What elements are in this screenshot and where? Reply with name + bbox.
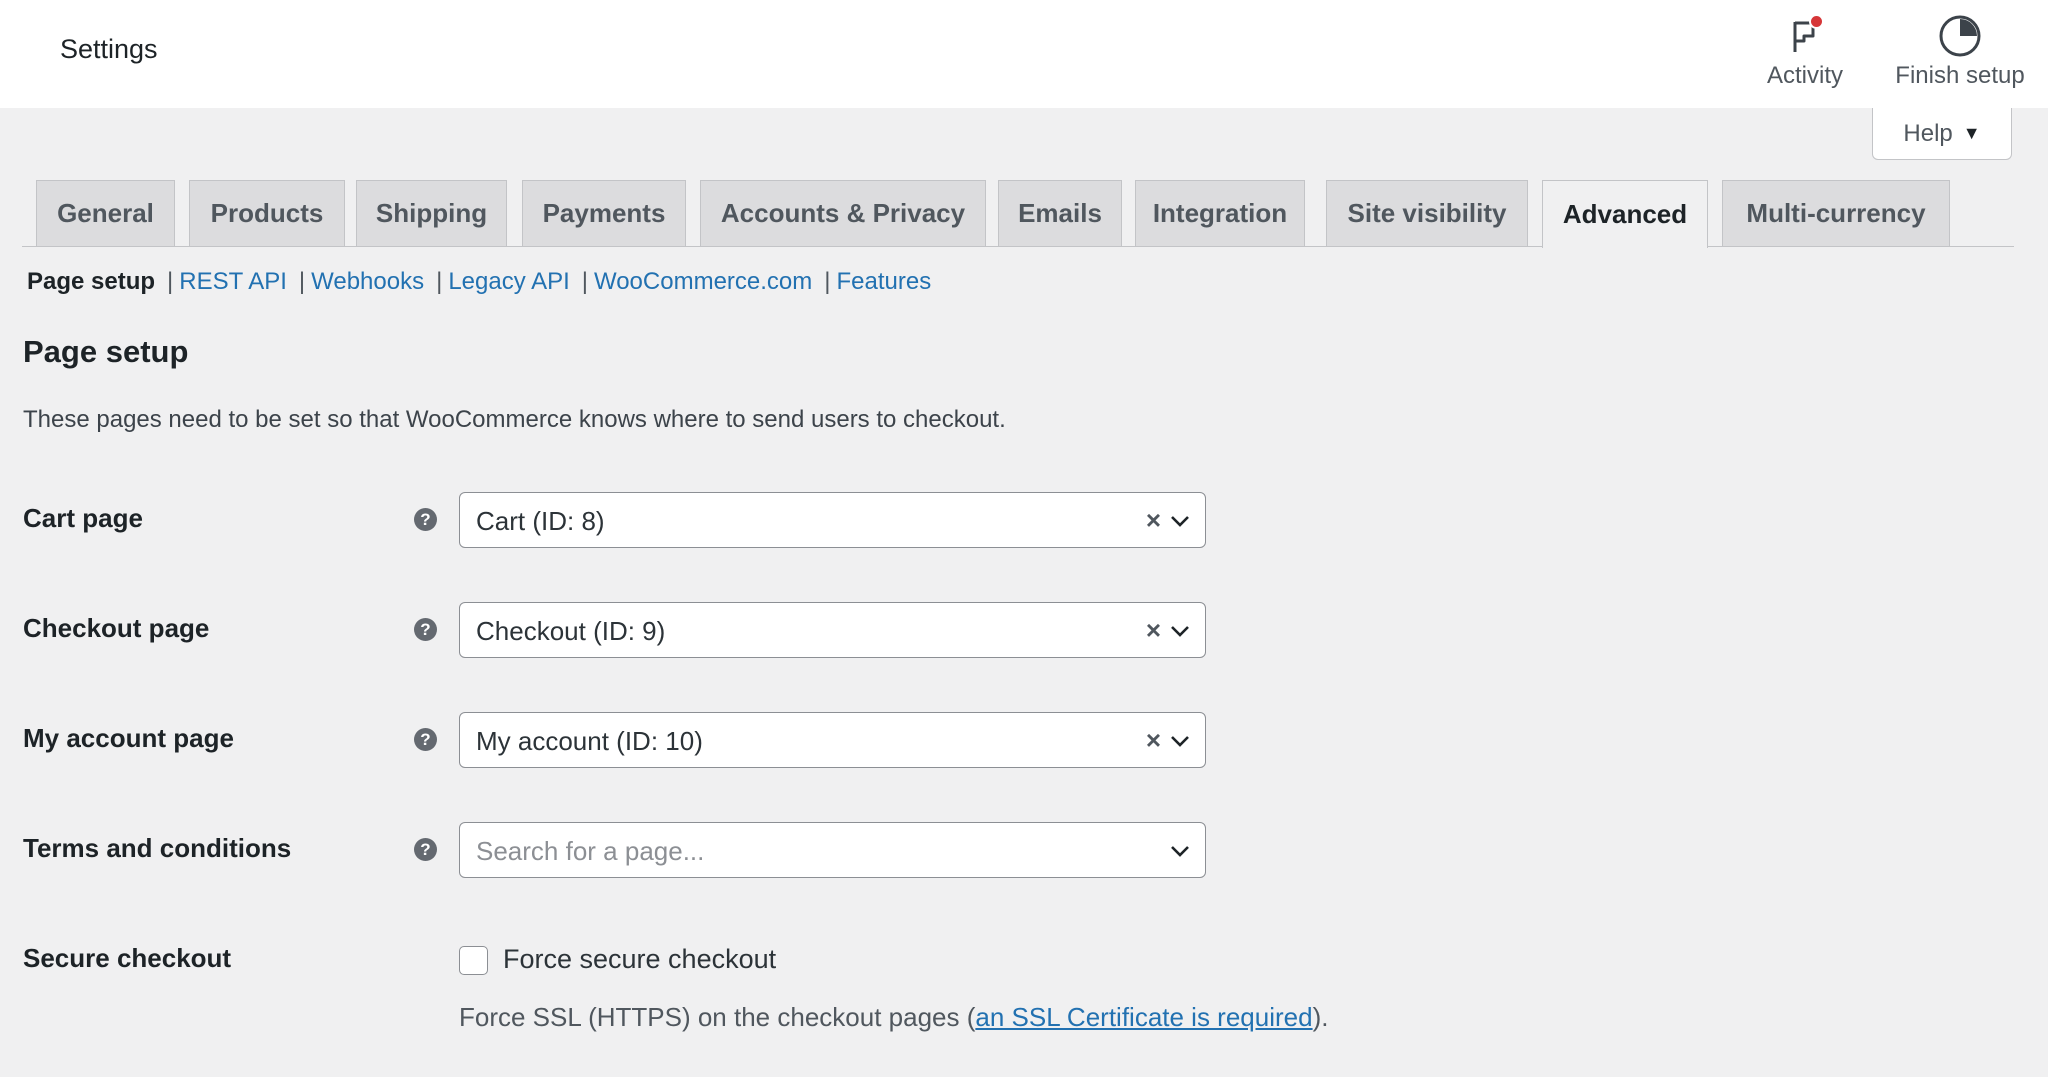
checkout-page-label: Checkout page [23, 613, 209, 644]
my-account-page-select[interactable]: My account (ID: 10) × [459, 712, 1206, 768]
help-label: Help [1903, 120, 1952, 148]
subnav-separator: | [436, 268, 442, 296]
subnav-separator: | [299, 268, 305, 296]
subnav-separator: | [167, 268, 173, 296]
tab-emails[interactable]: Emails [998, 180, 1122, 246]
tab-multi-currency[interactable]: Multi-currency [1722, 180, 1950, 246]
notification-dot [1809, 14, 1824, 29]
my-account-page-label: My account page [23, 723, 234, 754]
chevron-down-icon [1169, 840, 1191, 862]
cart-page-label: Cart page [23, 503, 143, 534]
force-secure-checkout-checkbox[interactable] [459, 946, 488, 975]
chevron-down-icon [1169, 510, 1191, 532]
tab-payments[interactable]: Payments [522, 180, 686, 246]
ssl-desc-prefix: Force SSL (HTTPS) on the checkout pages … [459, 1002, 975, 1032]
page-title: Settings [60, 34, 158, 65]
subnav-rest-api[interactable]: REST API [179, 268, 287, 296]
clear-icon[interactable]: × [1146, 725, 1161, 756]
progress-circle-icon [1938, 14, 1982, 58]
section-title: Page setup [23, 334, 188, 370]
activity-label: Activity [1767, 62, 1843, 90]
terms-search-placeholder[interactable]: Search for a page... [476, 836, 704, 867]
terms-conditions-label: Terms and conditions [23, 833, 291, 864]
tab-integration[interactable]: Integration [1135, 180, 1305, 246]
force-secure-checkout-label[interactable]: Force secure checkout [503, 944, 776, 975]
caret-down-icon: ▼ [1963, 123, 1981, 144]
chevron-down-icon [1169, 730, 1191, 752]
subnav-features[interactable]: Features [837, 268, 932, 296]
top-header: Settings Activity Finish setup [0, 0, 2048, 108]
sub-navigation: Page setup | REST API | Webhooks | Legac… [27, 266, 931, 298]
my-account-page-value: My account (ID: 10) [476, 726, 703, 757]
clear-icon[interactable]: × [1146, 615, 1161, 646]
tab-shipping[interactable]: Shipping [356, 180, 507, 246]
subnav-page-setup: Page setup [27, 268, 155, 296]
finish-setup-label: Finish setup [1895, 62, 2024, 90]
terms-conditions-select[interactable]: Search for a page... [459, 822, 1206, 878]
ssl-desc-suffix: ). [1313, 1002, 1329, 1032]
tab-accounts-privacy[interactable]: Accounts & Privacy [700, 180, 986, 246]
tab-advanced[interactable]: Advanced [1542, 180, 1708, 248]
subnav-separator: | [824, 268, 830, 296]
help-tip-icon[interactable]: ? [414, 618, 437, 641]
cart-page-select[interactable]: Cart (ID: 8) × [459, 492, 1206, 548]
ssl-description: Force SSL (HTTPS) on the checkout pages … [459, 1002, 1328, 1033]
tab-site-visibility[interactable]: Site visibility [1326, 180, 1528, 246]
checkout-page-select[interactable]: Checkout (ID: 9) × [459, 602, 1206, 658]
help-tip-icon[interactable]: ? [414, 838, 437, 861]
section-description: These pages need to be set so that WooCo… [23, 406, 1006, 434]
clear-icon[interactable]: × [1146, 505, 1161, 536]
tab-general[interactable]: General [36, 180, 175, 246]
settings-tabs: General Products Shipping Payments Accou… [22, 178, 2014, 247]
subnav-legacy-api[interactable]: Legacy API [448, 268, 569, 296]
subnav-separator: | [582, 268, 588, 296]
checkout-page-value: Checkout (ID: 9) [476, 616, 665, 647]
help-tip-icon[interactable]: ? [414, 728, 437, 751]
chevron-down-icon [1169, 620, 1191, 642]
subnav-woocommerce-com[interactable]: WooCommerce.com [594, 268, 812, 296]
cart-page-value: Cart (ID: 8) [476, 506, 605, 537]
finish-setup-button[interactable]: Finish setup [1890, 0, 2030, 108]
activity-button[interactable]: Activity [1760, 0, 1850, 108]
tab-products[interactable]: Products [189, 180, 345, 246]
secure-checkout-label: Secure checkout [23, 943, 231, 974]
help-tip-icon[interactable]: ? [414, 508, 437, 531]
subnav-webhooks[interactable]: Webhooks [311, 268, 424, 296]
ssl-certificate-link[interactable]: an SSL Certificate is required [975, 1002, 1312, 1032]
help-tab-button[interactable]: Help ▼ [1872, 108, 2012, 160]
flag-icon [1783, 14, 1827, 58]
